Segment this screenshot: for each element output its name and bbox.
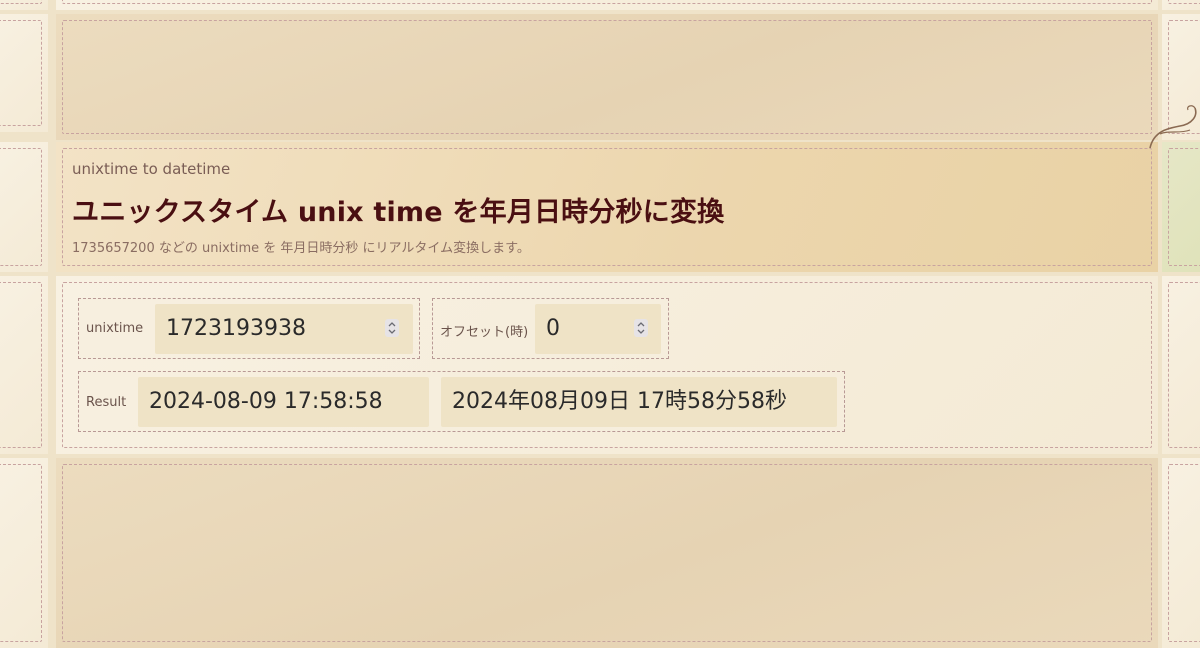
up-down-arrows-icon[interactable] <box>385 319 399 337</box>
offset-label: オフセット(時) <box>440 325 529 340</box>
panel-top-left <box>0 0 48 10</box>
panel-left-2 <box>0 142 48 272</box>
panel-left-4 <box>0 458 48 648</box>
page-description: 1735657200 などの unixtime を 年月日時分秒 にリアルタイム… <box>72 241 530 256</box>
curl-ornament-icon <box>1149 105 1197 149</box>
panel-top-center <box>56 0 1158 10</box>
result-japanese-field[interactable]: 2024年08月09日 17時58分58秒 <box>441 377 837 427</box>
panel-top-right <box>1162 0 1200 10</box>
page-title: ユニックスタイム unix time を年月日時分秒に変換 <box>72 197 725 228</box>
unixtime-input[interactable]: 1723193938 <box>155 304 413 354</box>
result-label: Result <box>86 395 127 410</box>
panel-ad-bottom <box>56 458 1158 648</box>
panel-right-2 <box>1162 142 1200 272</box>
panel-right-3 <box>1162 276 1200 454</box>
panel-left-1 <box>0 14 48 132</box>
result-iso-field[interactable]: 2024-08-09 17:58:58 <box>138 377 429 427</box>
unixtime-label: unixtime <box>86 321 144 336</box>
panel-left-3 <box>0 276 48 454</box>
result-group: Result 2024-08-09 17:58:58 2024年08月09日 1… <box>78 371 845 432</box>
panel-right-4 <box>1162 458 1200 648</box>
panel-ad-top <box>56 14 1158 140</box>
up-down-arrows-icon[interactable] <box>634 319 648 337</box>
page-subtitle: unixtime to datetime <box>72 160 231 178</box>
offset-group: オフセット(時) 0 <box>432 298 669 359</box>
unixtime-group: unixtime 1723193938 <box>78 298 420 359</box>
